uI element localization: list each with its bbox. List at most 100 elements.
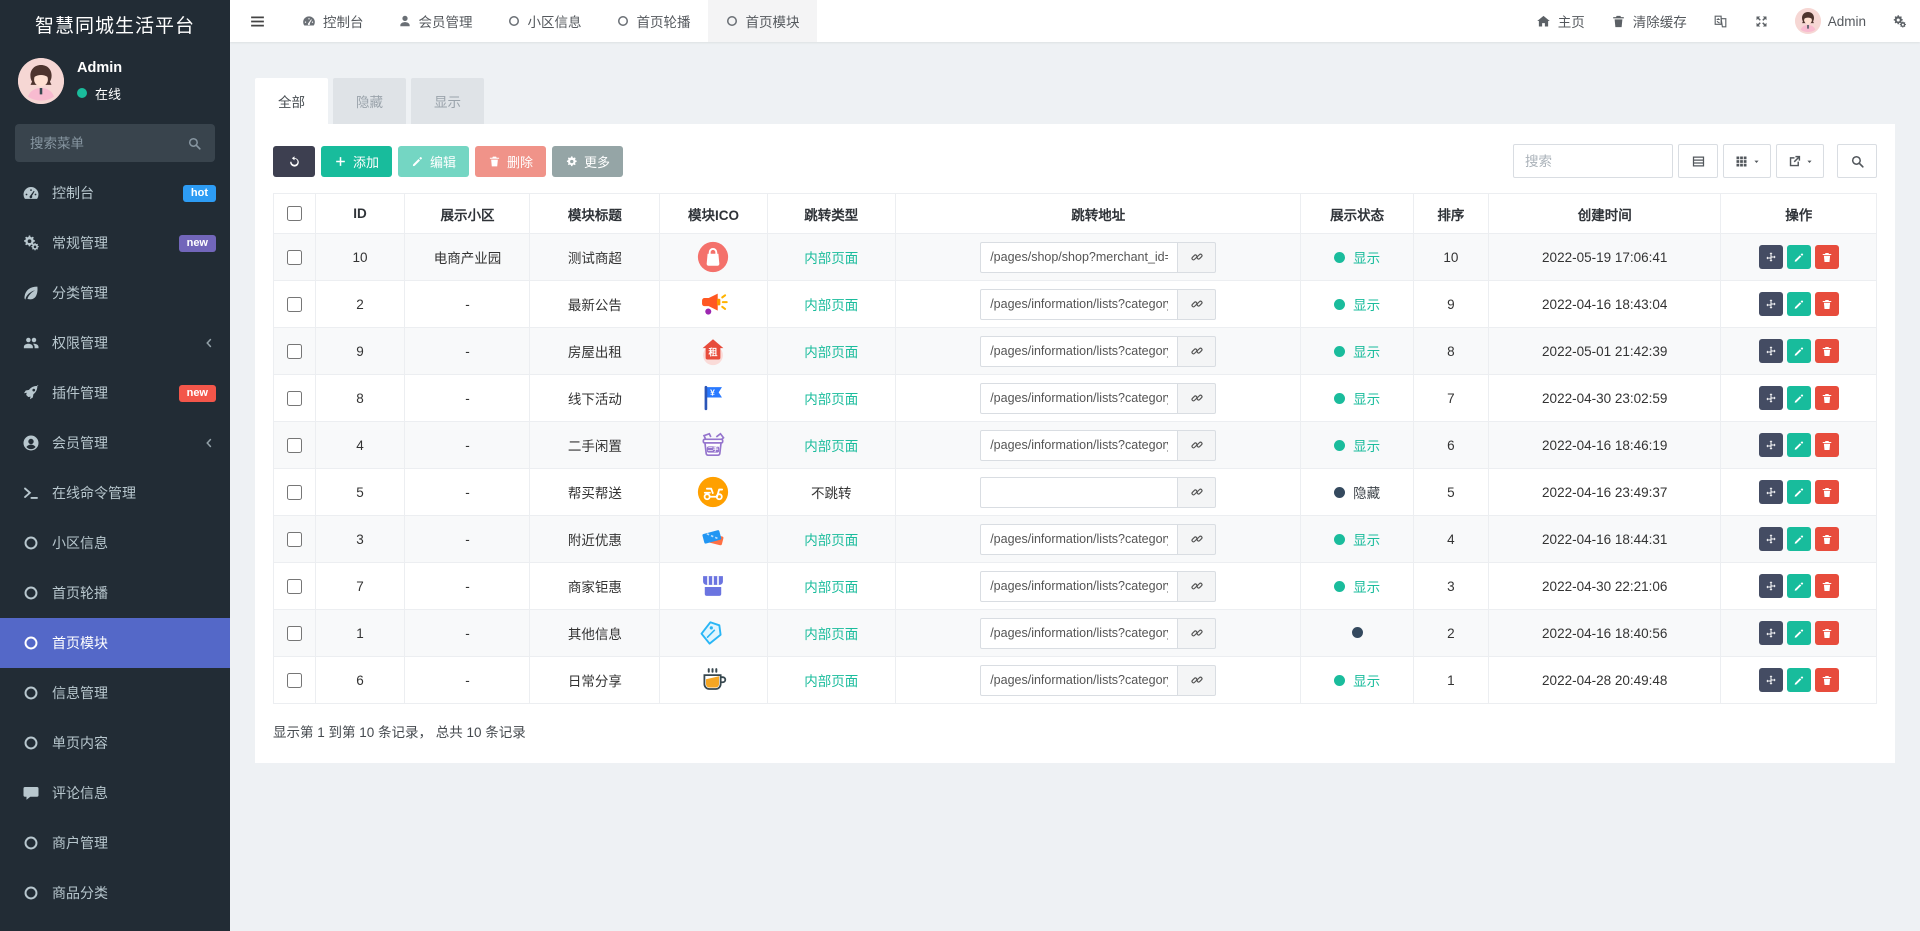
link-button[interactable] (1178, 288, 1217, 320)
link-button[interactable] (1178, 382, 1217, 414)
row-checkbox[interactable] (287, 390, 303, 406)
column-header-模块ICO[interactable]: 模块ICO (659, 193, 768, 234)
column-header-模块标题[interactable]: 模块标题 (529, 193, 661, 234)
filter-tab-显示[interactable]: 显示 (411, 78, 484, 124)
home-button[interactable]: 主页 (1523, 0, 1598, 42)
link-button[interactable] (1178, 664, 1217, 696)
table-search-input[interactable] (1513, 144, 1673, 178)
row-delete-button[interactable] (1814, 386, 1839, 410)
delete-button[interactable]: 删除 (475, 145, 547, 177)
more-button[interactable]: 更多 (552, 145, 624, 177)
column-header-展示小区[interactable]: 展示小区 (404, 193, 531, 234)
settings-button[interactable] (1879, 0, 1920, 42)
link-button[interactable] (1178, 429, 1217, 461)
row-delete-button[interactable] (1814, 433, 1839, 457)
row-edit-button[interactable] (1786, 574, 1811, 598)
row-checkbox[interactable] (287, 672, 303, 688)
jump-url-input[interactable] (980, 429, 1179, 461)
nav-tab-会员管理[interactable]: 会员管理 (381, 0, 490, 42)
link-button[interactable] (1178, 241, 1217, 273)
link-button[interactable] (1178, 617, 1217, 649)
jump-url-input[interactable] (980, 382, 1179, 414)
sidebar-item-会员管理[interactable]: 会员管理 (0, 418, 230, 468)
jump-url-input[interactable] (980, 617, 1179, 649)
row-checkbox[interactable] (287, 531, 303, 547)
sidebar-item-插件管理[interactable]: 插件管理 new (0, 368, 230, 418)
sidebar-item-首页轮播[interactable]: 首页轮播 (0, 568, 230, 618)
nav-tab-小区信息[interactable]: 小区信息 (490, 0, 599, 42)
row-edit-button[interactable] (1786, 668, 1811, 692)
sidebar-item-单页内容[interactable]: 单页内容 (0, 718, 230, 768)
columns-button[interactable] (1723, 144, 1771, 178)
row-checkbox[interactable] (287, 578, 303, 594)
row-edit-button[interactable] (1786, 386, 1811, 410)
sidebar-item-在线命令管理[interactable]: 在线命令管理 (0, 468, 230, 518)
drag-move-button[interactable] (1758, 433, 1783, 457)
add-button[interactable]: 添加 (321, 145, 393, 177)
column-header-展示状态[interactable]: 展示状态 (1300, 193, 1414, 234)
link-button[interactable] (1178, 523, 1217, 555)
clear-cache-button[interactable]: 清除缓存 (1598, 0, 1700, 42)
link-button[interactable] (1178, 335, 1217, 367)
row-delete-button[interactable] (1814, 621, 1839, 645)
row-delete-button[interactable] (1814, 527, 1839, 551)
sidebar-item-信息管理[interactable]: 信息管理 (0, 668, 230, 718)
row-edit-button[interactable] (1786, 433, 1811, 457)
sidebar-item-控制台[interactable]: 控制台 hot (0, 168, 230, 218)
sidebar-item-商品分类[interactable]: 商品分类 (0, 868, 230, 918)
sidebar-search-input[interactable] (28, 134, 187, 152)
search-button[interactable] (1837, 144, 1877, 178)
column-header-ID[interactable]: ID (314, 193, 406, 234)
sidebar-item-评论信息[interactable]: 评论信息 (0, 768, 230, 818)
language-button[interactable] (1700, 0, 1741, 42)
drag-move-button[interactable] (1758, 339, 1783, 363)
row-checkbox[interactable] (287, 296, 303, 312)
jump-url-input[interactable] (980, 335, 1179, 367)
column-header-创建时间[interactable]: 创建时间 (1488, 193, 1722, 234)
export-button[interactable] (1776, 144, 1824, 178)
column-header-跳转类型[interactable]: 跳转类型 (766, 193, 896, 234)
row-delete-button[interactable] (1814, 574, 1839, 598)
sidebar-toggle-button[interactable] (230, 0, 285, 42)
link-button[interactable] (1178, 476, 1217, 508)
jump-url-input[interactable] (980, 664, 1179, 696)
nav-tab-控制台[interactable]: 控制台 (285, 0, 381, 42)
row-checkbox[interactable] (287, 625, 303, 641)
row-edit-button[interactable] (1786, 292, 1811, 316)
row-checkbox[interactable] (287, 484, 303, 500)
jump-url-input[interactable] (980, 476, 1179, 508)
column-header-跳转地址[interactable]: 跳转地址 (894, 193, 1302, 234)
drag-move-button[interactable] (1758, 527, 1783, 551)
select-all-checkbox[interactable] (287, 206, 303, 221)
sidebar-item-常规管理[interactable]: 常规管理 new (0, 218, 230, 268)
drag-move-button[interactable] (1758, 386, 1783, 410)
refresh-button[interactable] (273, 145, 315, 177)
nav-tab-首页模块[interactable]: 首页模块 (707, 0, 817, 42)
fullscreen-button[interactable] (1741, 0, 1782, 42)
row-edit-button[interactable] (1786, 245, 1811, 269)
filter-tab-隐藏[interactable]: 隐藏 (333, 78, 406, 124)
row-checkbox[interactable] (287, 437, 303, 453)
drag-move-button[interactable] (1758, 574, 1783, 598)
edit-button[interactable]: 编辑 (398, 145, 470, 177)
row-edit-button[interactable] (1786, 480, 1811, 504)
profile-menu[interactable]: Admin (1782, 0, 1879, 42)
nav-tab-首页轮播[interactable]: 首页轮播 (599, 0, 708, 42)
jump-url-input[interactable] (980, 523, 1179, 555)
drag-move-button[interactable] (1758, 480, 1783, 504)
row-checkbox[interactable] (287, 249, 303, 265)
row-edit-button[interactable] (1786, 339, 1811, 363)
link-button[interactable] (1178, 570, 1217, 602)
sidebar-item-首页模块[interactable]: 首页模块 (0, 618, 230, 668)
row-delete-button[interactable] (1814, 245, 1839, 269)
detail-view-button[interactable] (1678, 144, 1718, 178)
sidebar-item-商户管理[interactable]: 商户管理 (0, 818, 230, 868)
column-header-排序[interactable]: 排序 (1412, 193, 1490, 234)
row-edit-button[interactable] (1786, 621, 1811, 645)
drag-move-button[interactable] (1758, 292, 1783, 316)
filter-tab-全部[interactable]: 全部 (255, 78, 328, 124)
sidebar-item-分类管理[interactable]: 分类管理 (0, 268, 230, 318)
row-delete-button[interactable] (1814, 339, 1839, 363)
jump-url-input[interactable] (980, 570, 1179, 602)
jump-url-input[interactable] (980, 241, 1179, 273)
